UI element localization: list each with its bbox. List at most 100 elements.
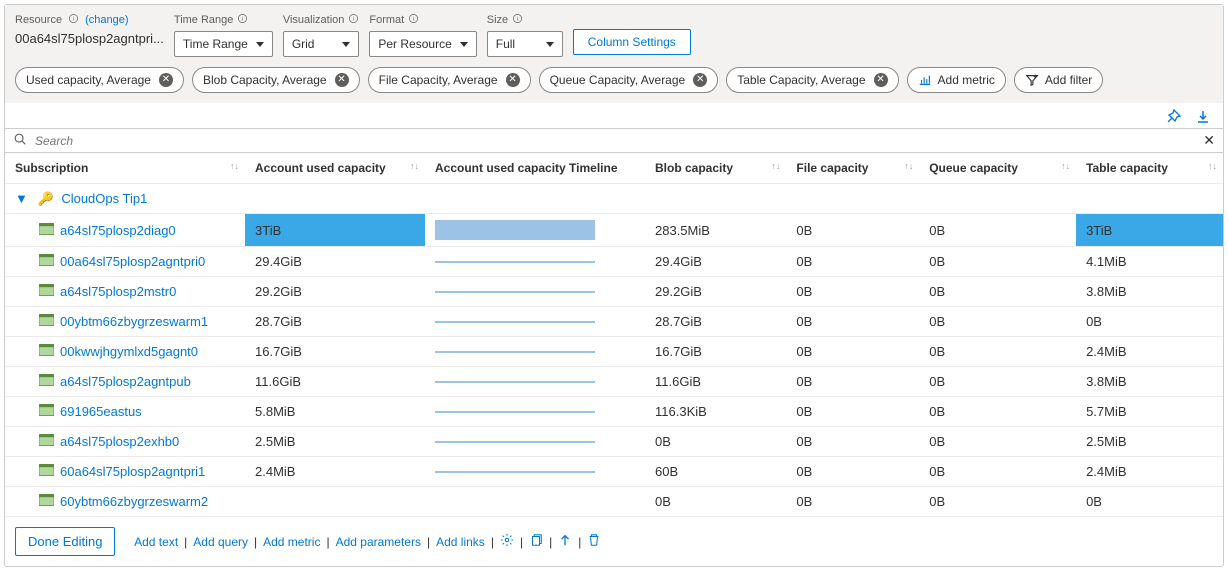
cell-name: a64sl75plosp2agntpub (5, 367, 245, 397)
cell-name: 691965eastus (5, 397, 245, 427)
col-timeline-label: Account used capacity Timeline (435, 161, 618, 175)
delete-icon[interactable] (587, 533, 601, 550)
cell-timeline (425, 277, 645, 307)
storage-icon (39, 404, 54, 416)
col-table[interactable]: Table capacity ↑↓ (1076, 153, 1223, 184)
col-file[interactable]: File capacity↑↓ (786, 153, 919, 184)
copy-icon[interactable] (529, 533, 543, 550)
table-row: a64sl75plosp2agntpub 11.6GiB 11.6GiB 0B … (5, 367, 1223, 397)
download-icon[interactable] (1195, 109, 1211, 128)
cell-table: 4.1MiB (1076, 247, 1223, 277)
add-query-link[interactable]: Add query (193, 535, 248, 549)
cell-name: 00a64sl75plosp2agntpri0 (5, 247, 245, 277)
col-used[interactable]: Account used capacity↑↓ (245, 153, 425, 184)
move-up-icon[interactable] (558, 533, 572, 550)
format-label: Format (369, 14, 404, 26)
group-row[interactable]: ▼ 🔑 CloudOps Tip1 (5, 184, 1223, 214)
remove-icon[interactable]: ✕ (506, 73, 520, 87)
cell-name: a64sl75plosp2mstr0 (5, 277, 245, 307)
done-editing-button[interactable]: Done Editing (15, 527, 115, 556)
sort-icon: ↑↓ (1208, 161, 1217, 171)
search-input[interactable] (35, 134, 1195, 148)
gear-icon[interactable] (500, 533, 514, 550)
clear-search-icon[interactable]: ✕ (1203, 132, 1215, 149)
metric-chip[interactable]: Blob Capacity, Average ✕ (192, 67, 360, 93)
storage-account-link[interactable]: 00ybtm66zbygrzeswarm1 (60, 314, 208, 329)
cell-used: 2.5MiB (245, 427, 425, 457)
remove-icon[interactable]: ✕ (874, 73, 888, 87)
cell-timeline (425, 487, 645, 517)
filter-icon (1025, 73, 1039, 87)
pin-icon[interactable] (1165, 109, 1181, 128)
add-metric-button[interactable]: Add metric (907, 67, 1006, 93)
cell-file: 0B (786, 487, 919, 517)
cell-timeline (425, 367, 645, 397)
cell-blob: 0B (645, 427, 786, 457)
time-range-select[interactable]: Time Range (174, 31, 273, 57)
metric-label: File Capacity, Average (379, 73, 498, 87)
cell-blob: 16.7GiB (645, 337, 786, 367)
col-subscription[interactable]: Subscription↑↓ (5, 153, 245, 184)
cell-file: 0B (786, 247, 919, 277)
cell-blob: 60B (645, 457, 786, 487)
remove-icon[interactable]: ✕ (693, 73, 707, 87)
cell-table: 5.7MiB (1076, 397, 1223, 427)
storage-account-link[interactable]: 00a64sl75plosp2agntpri0 (60, 254, 205, 269)
search-bar: ✕ (5, 128, 1223, 153)
cell-queue: 0B (919, 427, 1076, 457)
metric-chip[interactable]: Queue Capacity, Average ✕ (539, 67, 719, 93)
storage-account-link[interactable]: 60ybtm66zbygrzeswarm2 (60, 494, 208, 509)
metric-label: Queue Capacity, Average (550, 73, 686, 87)
cell-queue: 0B (919, 247, 1076, 277)
info-icon: i (68, 13, 79, 27)
svg-text:i: i (413, 17, 414, 23)
metric-label: Used capacity, Average (26, 73, 151, 87)
storage-account-link[interactable]: a64sl75plosp2diag0 (60, 223, 176, 238)
add-parameters-link[interactable]: Add parameters (336, 535, 421, 549)
cell-blob: 11.6GiB (645, 367, 786, 397)
cell-used: 28.7GiB (245, 307, 425, 337)
size-select[interactable]: Full (487, 31, 563, 57)
add-metric-link[interactable]: Add metric (263, 535, 320, 549)
change-link[interactable]: (change) (85, 14, 128, 26)
cell-timeline (425, 397, 645, 427)
storage-icon (39, 284, 54, 296)
remove-icon[interactable]: ✕ (159, 73, 173, 87)
storage-account-link[interactable]: 691965eastus (60, 404, 142, 419)
table-row: 00ybtm66zbygrzeswarm1 28.7GiB 28.7GiB 0B… (5, 307, 1223, 337)
cell-table: 3.8MiB (1076, 277, 1223, 307)
storage-account-link[interactable]: 00kwwjhgymlxd5gagnt0 (60, 344, 198, 359)
visualization-label: Visualization (283, 14, 345, 26)
storage-account-link[interactable]: a64sl75plosp2mstr0 (60, 284, 176, 299)
cell-blob: 0B (645, 487, 786, 517)
svg-text:i: i (242, 17, 243, 23)
size-label: Size (487, 14, 508, 26)
metric-label: Blob Capacity, Average (203, 73, 327, 87)
add-filter-button[interactable]: Add filter (1014, 67, 1103, 93)
col-blob[interactable]: Blob capacity↑↓ (645, 153, 786, 184)
cell-file: 0B (786, 367, 919, 397)
metric-chip[interactable]: Used capacity, Average ✕ (15, 67, 184, 93)
storage-icon (39, 314, 54, 326)
remove-icon[interactable]: ✕ (335, 73, 349, 87)
table-row: 00a64sl75plosp2agntpri0 29.4GiB 29.4GiB … (5, 247, 1223, 277)
metric-chip[interactable]: Table Capacity, Average✕ (726, 67, 898, 93)
cell-name: 00ybtm66zbygrzeswarm1 (5, 307, 245, 337)
visualization-select[interactable]: Grid (283, 31, 360, 57)
column-settings-button[interactable]: Column Settings (573, 29, 691, 55)
add-links-link[interactable]: Add links (436, 535, 485, 549)
format-select[interactable]: Per Resource (369, 31, 476, 57)
cell-table: 2.4MiB (1076, 457, 1223, 487)
col-table-label: Table capacity (1086, 161, 1168, 175)
cell-queue: 0B (919, 277, 1076, 307)
col-timeline[interactable]: Account used capacity Timeline (425, 153, 645, 184)
storage-icon (39, 223, 54, 235)
storage-account-link[interactable]: 60a64sl75plosp2agntpri1 (60, 464, 205, 479)
metric-chip[interactable]: File Capacity, Average ✕ (368, 67, 531, 93)
add-text-link[interactable]: Add text (134, 535, 178, 549)
sort-icon: ↑↓ (410, 161, 419, 171)
storage-account-link[interactable]: a64sl75plosp2exhb0 (60, 434, 179, 449)
col-queue[interactable]: Queue capacity↑↓ (919, 153, 1076, 184)
storage-account-link[interactable]: a64sl75plosp2agntpub (60, 374, 191, 389)
cell-blob: 29.2GiB (645, 277, 786, 307)
